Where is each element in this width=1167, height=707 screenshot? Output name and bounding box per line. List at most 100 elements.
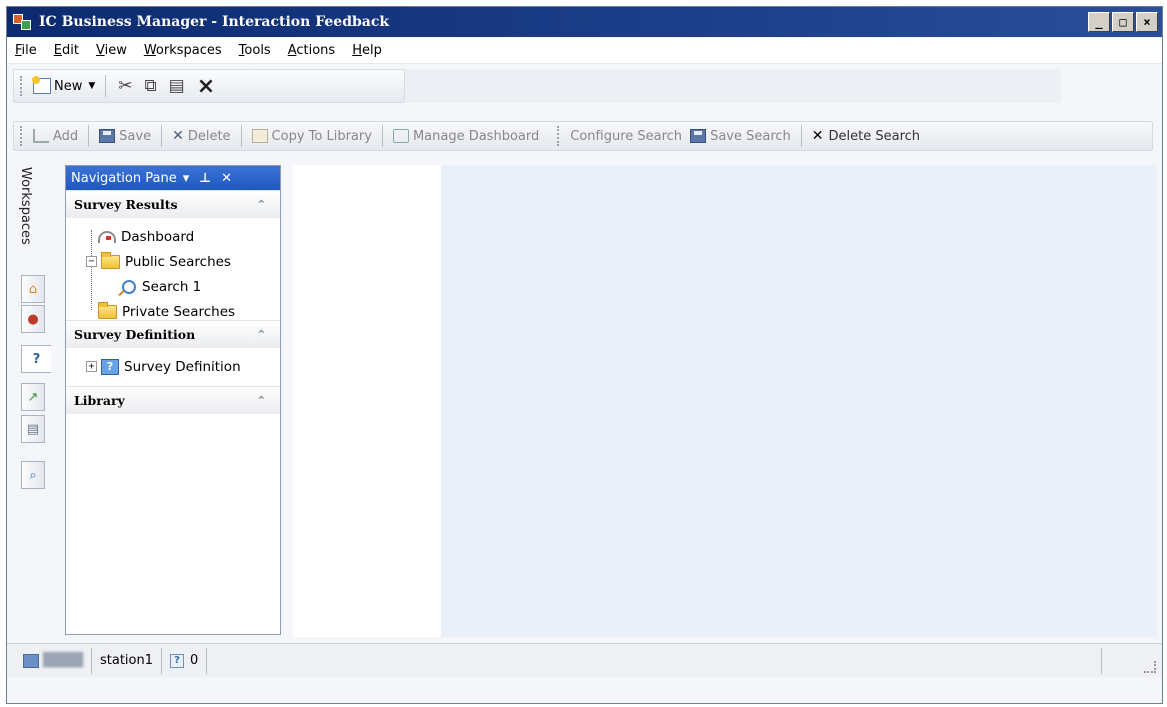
survey-definition-tree: + ? Survey Definition	[66, 348, 280, 386]
save-icon	[690, 129, 707, 143]
section-survey-results[interactable]: Survey Results ⌃	[66, 190, 280, 218]
menu-actions[interactable]: Actions	[286, 41, 338, 60]
add-button[interactable]: Add	[29, 129, 82, 144]
copy-icon[interactable]: ⧉	[145, 76, 157, 96]
delete-search-icon: ✕	[811, 128, 824, 144]
chevron-down-icon[interactable]: ▼	[88, 81, 95, 91]
pane-dropdown-icon[interactable]: ▾	[183, 171, 190, 186]
menu-help[interactable]: Help	[350, 41, 384, 60]
tree-item-label: Public Searches	[125, 253, 231, 270]
delete-icon: ✕	[172, 128, 184, 144]
window-title: IC Business Manager - Interaction Feedba…	[39, 14, 390, 30]
status-count-cell: ? 0	[162, 647, 208, 674]
save-search-label: Save Search	[710, 128, 791, 144]
cut-icon[interactable]: ✂	[118, 76, 132, 96]
toolbar-grip[interactable]	[557, 126, 560, 146]
toolbar-separator	[381, 125, 383, 147]
tree-item-label: Dashboard	[121, 228, 195, 245]
content-main-area	[441, 165, 1157, 637]
menu-view[interactable]: View	[94, 41, 129, 60]
toolbar-grip[interactable]	[20, 126, 23, 146]
workspace-tab-survey[interactable]: ?	[21, 345, 51, 373]
survey-icon: ?	[32, 351, 41, 367]
workspace-tab-chart[interactable]: ↗	[21, 383, 45, 411]
menu-workspaces[interactable]: Workspaces	[142, 41, 224, 60]
collapse-icon[interactable]: ⌃	[257, 394, 266, 407]
menu-edit[interactable]: Edit	[52, 41, 81, 60]
resize-grip-icon[interactable]	[1144, 661, 1156, 673]
dashboard-icon	[98, 230, 116, 243]
tree-item-search-1[interactable]: Search 1	[66, 274, 280, 299]
paste-icon[interactable]: ▤	[169, 76, 185, 96]
delete-button[interactable]: ✕ Delete	[168, 128, 234, 144]
expand-toggle[interactable]: +	[86, 361, 97, 372]
title-bar[interactable]: IC Business Manager - Interaction Feedba…	[7, 7, 1162, 37]
status-station: station1	[100, 653, 154, 668]
report-icon: ▤	[26, 421, 40, 437]
menu-file[interactable]: File	[13, 41, 39, 60]
add-label: Add	[53, 128, 79, 144]
delete-icon[interactable]: ×	[197, 74, 215, 99]
manage-dashboard-label: Manage Dashboard	[412, 128, 540, 144]
actions-toolbar: Add Save ✕ Delete Copy To Library Manage…	[13, 121, 1153, 151]
configure-search-button[interactable]: Configure Search	[566, 129, 686, 144]
save-label: Save	[119, 128, 152, 144]
workspace-tab-report[interactable]: ▤	[21, 415, 45, 443]
folder-icon	[101, 251, 120, 269]
delete-search-label: Delete Search	[828, 128, 921, 144]
manage-dashboard-icon	[392, 129, 409, 143]
tree-item-survey-definition[interactable]: + ? Survey Definition	[66, 354, 280, 379]
section-library[interactable]: Library ⌃	[66, 386, 280, 414]
tree-item-dashboard[interactable]: Dashboard	[66, 224, 280, 249]
survey-results-tree: Dashboard − Public Searches Search 1 Pri…	[66, 218, 280, 320]
save-icon	[99, 129, 116, 143]
workspace-tab-search[interactable]: ⌕	[21, 461, 45, 489]
delete-label: Delete	[187, 128, 231, 144]
navigation-pane-title: Navigation Pane	[71, 170, 177, 186]
workspace-tab-people[interactable]: ●	[21, 305, 45, 333]
toolbar-background	[405, 69, 1061, 103]
copy-to-library-label: Copy To Library	[271, 128, 372, 144]
navigation-pane-header[interactable]: Navigation Pane ▾ ⊥ ✕	[66, 166, 280, 190]
workspaces-label[interactable]: Workspaces	[18, 167, 33, 245]
manage-dashboard-button[interactable]: Manage Dashboard	[389, 129, 543, 144]
close-button[interactable]: ×	[1136, 12, 1158, 32]
pin-icon[interactable]: ⊥	[199, 171, 211, 186]
minimize-button[interactable]: _	[1088, 12, 1110, 32]
toolbar-separator	[105, 75, 107, 97]
save-button[interactable]: Save	[95, 129, 155, 144]
folder-icon	[98, 301, 117, 319]
status-bar: ████ station1 ? 0	[7, 643, 1162, 677]
save-search-button[interactable]: Save Search	[686, 129, 795, 144]
window-controls: _ □ ×	[1088, 12, 1158, 32]
home-icon: ⌂	[28, 281, 38, 297]
tree-item-public-searches[interactable]: − Public Searches	[66, 249, 280, 274]
collapse-toggle[interactable]: −	[86, 256, 97, 267]
delete-search-button[interactable]: ✕ Delete Search	[808, 128, 924, 144]
content-list-area	[293, 165, 441, 637]
workspace-tab-home[interactable]: ⌂	[21, 275, 45, 303]
new-icon	[32, 76, 51, 94]
tree-item-label: Survey Definition	[124, 358, 241, 375]
search-doc-icon: ⌕	[29, 467, 37, 483]
new-button[interactable]: New ▼	[29, 76, 99, 96]
status-user-cell: ████	[15, 647, 92, 674]
status-station-cell: station1	[92, 647, 163, 674]
section-survey-definition-label: Survey Definition	[74, 327, 196, 342]
standard-toolbar: New ▼ ✂ ⧉ ▤ ×	[13, 69, 405, 103]
survey-definition-icon: ?	[101, 358, 119, 375]
toolbar-grip[interactable]	[20, 76, 23, 96]
maximize-button[interactable]: □	[1112, 12, 1134, 32]
app-icon	[13, 12, 33, 32]
section-survey-definition[interactable]: Survey Definition ⌃	[66, 320, 280, 348]
close-icon[interactable]: ✕	[221, 171, 232, 186]
copy-to-library-button[interactable]: Copy To Library	[248, 129, 376, 144]
status-divider	[1101, 648, 1102, 674]
toolbar-separator	[240, 125, 242, 147]
workspaces-strip: Workspaces ⌂ ● ? ↗ ▤ ⌕	[7, 157, 57, 635]
tree-item-label: Search 1	[142, 278, 202, 295]
menu-tools[interactable]: Tools	[237, 41, 273, 60]
menu-bar: File Edit View Workspaces Tools Actions …	[7, 38, 1162, 64]
collapse-icon[interactable]: ⌃	[257, 328, 266, 341]
collapse-icon[interactable]: ⌃	[257, 198, 266, 211]
